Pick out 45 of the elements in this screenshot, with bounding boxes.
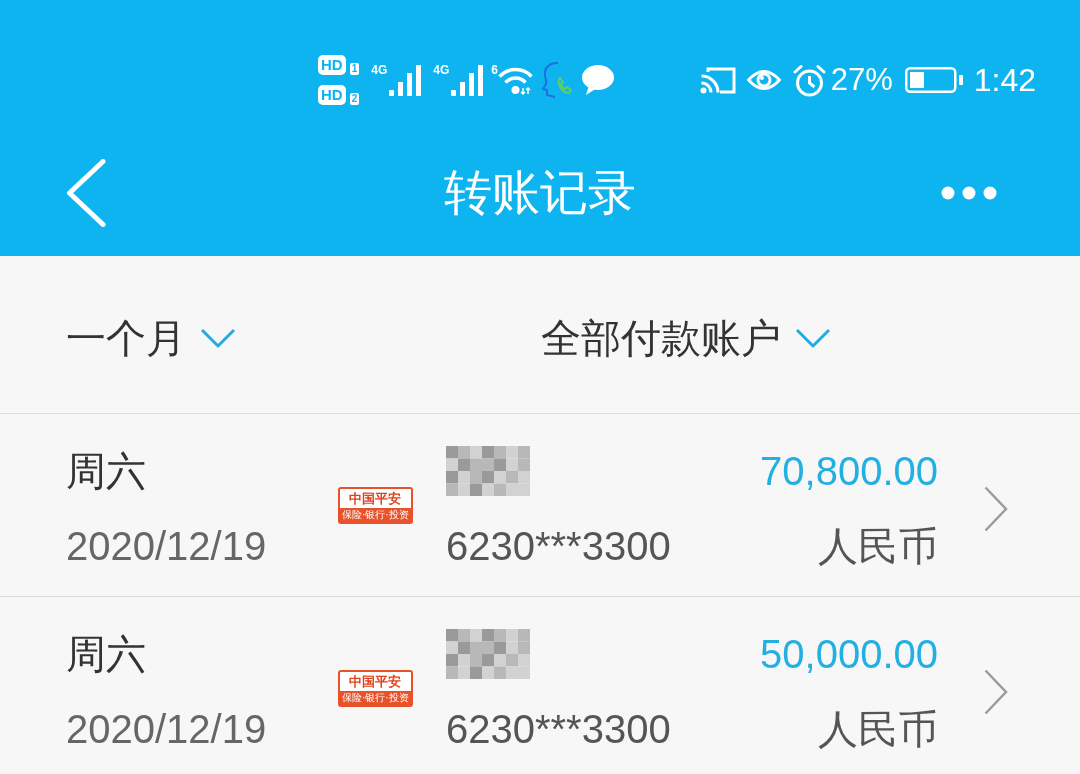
- transfer-row[interactable]: 周六 2020/12/19 中国平安 保险·银行·投资 6230***3300 50,000.00 人民币: [0, 597, 1080, 774]
- network-type-label: 4G: [433, 64, 450, 77]
- page-title: 转账记录: [444, 165, 636, 221]
- dropdown-filter[interactable]: 全部付款账户: [541, 311, 831, 364]
- currency-label: 人民币: [818, 523, 938, 570]
- battery-icon: [904, 67, 963, 93]
- transfer-date: 2020/12/19: [66, 523, 267, 570]
- weekday-label: 周六: [66, 448, 146, 495]
- hd-call-indicator: HD: [318, 55, 346, 75]
- chevron-down-icon: [200, 327, 236, 348]
- signal-bars-icon: [389, 65, 422, 96]
- bank-logo-slogan: 保险·银行·投资: [340, 691, 411, 705]
- chevron-right-icon: [984, 485, 1008, 532]
- chevron-down-icon: [795, 327, 831, 348]
- signal-bars-icon: [451, 65, 484, 96]
- dropdown-filter[interactable]: 一个月: [66, 311, 236, 364]
- more-button[interactable]: [941, 186, 997, 200]
- currency-label: 人民币: [818, 706, 938, 753]
- account-number: 6230***3300: [446, 523, 671, 570]
- transfer-amount: 70,800.00: [760, 448, 938, 495]
- screen-cast-icon: [699, 66, 736, 94]
- chat-bubble-icon: [581, 65, 614, 95]
- alarm-clock-icon: [792, 63, 826, 97]
- chevron-left-icon: [66, 159, 106, 227]
- wifi-icon: [497, 67, 533, 95]
- weekday-label: 周六: [66, 631, 146, 678]
- network-type-label: 4G: [371, 64, 388, 77]
- transfer-row[interactable]: 周六 2020/12/19 中国平安 保险·银行·投资 6230***3300 70,800.00 人民币: [0, 414, 1080, 597]
- account-number: 6230***3300: [446, 706, 671, 753]
- wifi-standard-label: 6: [491, 64, 498, 77]
- transfer-amount: 50,000.00: [760, 631, 938, 678]
- eye-icon: [746, 69, 781, 91]
- clock-time: 1:42: [973, 61, 1036, 99]
- bank-logo-slogan: 保险·银行·投资: [340, 508, 411, 522]
- chevron-right-icon: [984, 668, 1008, 715]
- battery-percentage: 27%: [830, 62, 893, 98]
- back-button[interactable]: [66, 159, 106, 227]
- sim-slot-number: 1: [349, 63, 360, 75]
- hd-call-indicator: HD: [318, 85, 346, 105]
- bank-logo-name: 中国平安: [348, 673, 403, 691]
- person-phone-icon: [541, 61, 572, 99]
- transfer-date: 2020/12/19: [66, 706, 267, 753]
- more-dots-icon: [941, 186, 997, 200]
- bank-logo-name: 中国平安: [348, 490, 403, 508]
- sim-slot-number: 2: [349, 93, 360, 105]
